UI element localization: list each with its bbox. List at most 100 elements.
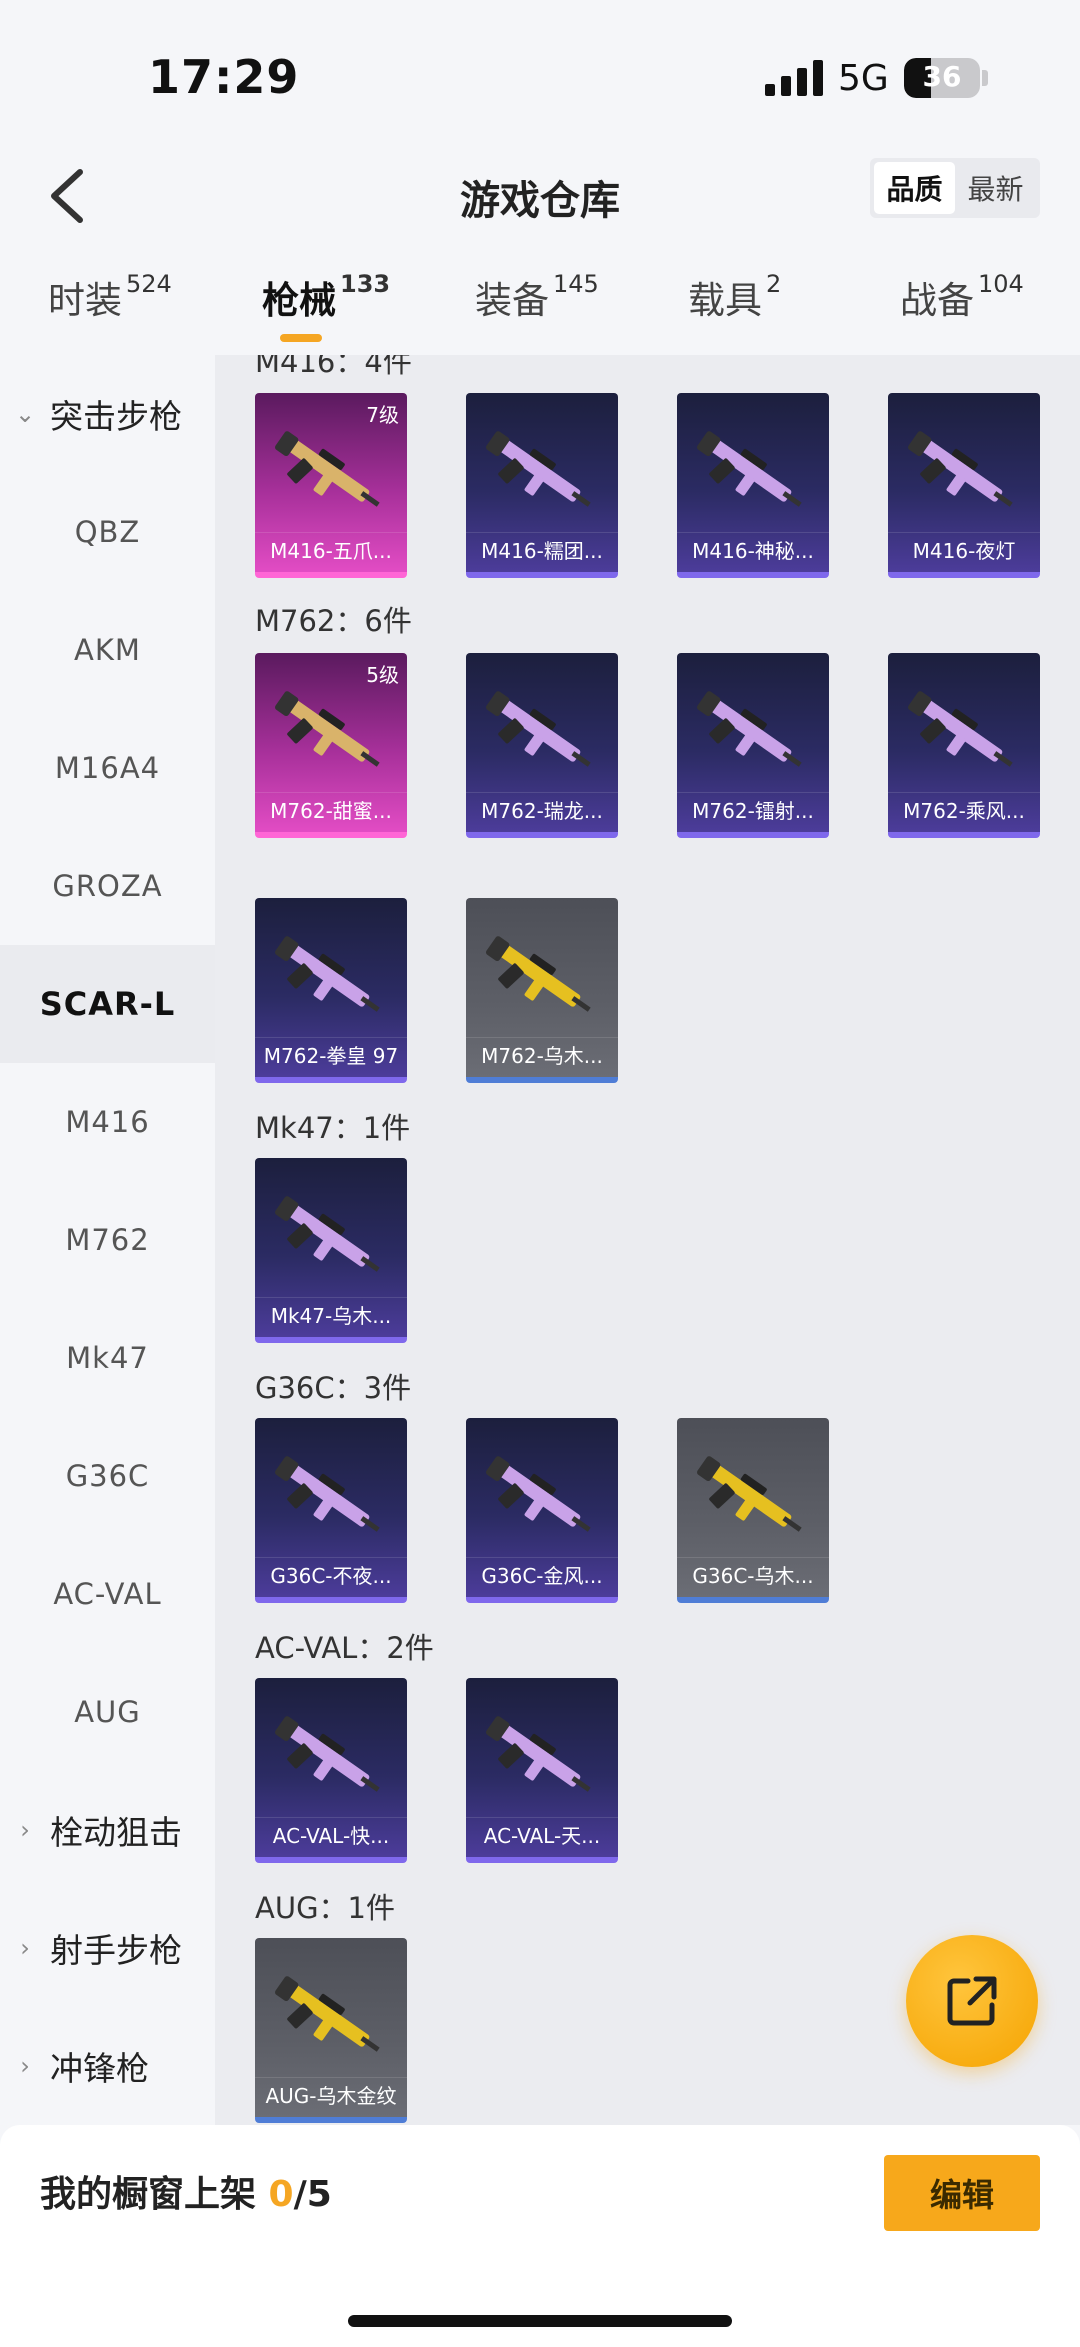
- tab-count: 524: [126, 269, 172, 298]
- sidebar-item-m762[interactable]: M762: [0, 1181, 215, 1299]
- sidebar-group-label: 射手步枪: [50, 1931, 182, 1970]
- sidebar-item-ac-val[interactable]: AC-VAL: [0, 1535, 215, 1653]
- sidebar-item-scar-l[interactable]: SCAR-L: [0, 945, 215, 1063]
- weapon-name: M416-糯团...: [466, 532, 618, 568]
- rifle-icon: [274, 1456, 380, 1532]
- rifle-icon: [907, 691, 1013, 767]
- battery-tip: [982, 70, 988, 86]
- tab-label: 装备: [475, 279, 549, 322]
- section-header-aug: AUG：1件: [255, 1891, 395, 1925]
- weapon-card[interactable]: Mk47-乌木...: [255, 1158, 407, 1343]
- signal-icon: [765, 60, 823, 96]
- weapon-name: M416-五爪...: [255, 532, 407, 568]
- weapon-card[interactable]: M416-神秘...: [677, 393, 829, 578]
- weapon-card[interactable]: M762-镭射...: [677, 653, 829, 838]
- sort-quality-button[interactable]: 品质: [874, 162, 955, 214]
- share-button[interactable]: [906, 1935, 1038, 2067]
- sidebar-group-smg[interactable]: › 冲锋枪: [0, 2007, 215, 2125]
- section-header-m416: M416：4件: [255, 355, 412, 379]
- weapon-name: M762-乌木...: [466, 1037, 618, 1073]
- tab-guns[interactable]: 枪械 133: [262, 270, 390, 355]
- battery-icon: 36: [904, 58, 980, 98]
- weapon-name: M416-神秘...: [677, 532, 829, 568]
- sidebar-item-mk47[interactable]: Mk47: [0, 1299, 215, 1417]
- weapon-card[interactable]: AUG-乌木金纹: [255, 1938, 407, 2123]
- battery-level: 36: [922, 60, 962, 93]
- weapon-name: M762-瑞龙...: [466, 792, 618, 828]
- weapon-name: M416-夜灯: [888, 532, 1040, 568]
- sidebar-item-aug[interactable]: AUG: [0, 1653, 215, 1771]
- edit-button[interactable]: 编辑: [884, 2155, 1040, 2231]
- tab-equipment[interactable]: 装备 145: [475, 270, 599, 355]
- rifle-icon: [274, 1976, 380, 2052]
- sort-newest-button[interactable]: 最新: [955, 162, 1036, 214]
- weapon-card[interactable]: M762-乘风...: [888, 653, 1040, 838]
- weapon-card[interactable]: G36C-乌木...: [677, 1418, 829, 1603]
- rifle-icon: [274, 691, 380, 767]
- active-tab-indicator: [280, 334, 322, 342]
- weapon-card[interactable]: 7级 M416-五爪...: [255, 393, 407, 578]
- weapon-card[interactable]: M762-瑞龙...: [466, 653, 618, 838]
- weapon-name: AUG-乌木金纹: [255, 2077, 407, 2113]
- weapon-card[interactable]: M416-糯团...: [466, 393, 618, 578]
- showcase-total: /5: [293, 2174, 332, 2215]
- weapon-card[interactable]: AC-VAL-天...: [466, 1678, 618, 1863]
- tab-label: 战备: [900, 279, 974, 322]
- tab-vehicles[interactable]: 载具 2: [688, 270, 781, 355]
- home-indicator: [348, 2315, 732, 2327]
- showcase-count: 0: [268, 2174, 294, 2215]
- weapon-card[interactable]: M416-夜灯: [888, 393, 1040, 578]
- sidebar-item-m16a4[interactable]: M16A4: [0, 709, 215, 827]
- rifle-icon: [907, 431, 1013, 507]
- weapon-card[interactable]: M762-乌木...: [466, 898, 618, 1083]
- sidebar-item-akm[interactable]: AKM: [0, 591, 215, 709]
- sidebar-group-label: 突击步枪: [50, 397, 182, 436]
- rifle-icon: [485, 936, 591, 1012]
- weapon-card[interactable]: G36C-金风...: [466, 1418, 618, 1603]
- tab-count: 145: [553, 269, 599, 298]
- rifle-icon: [485, 691, 591, 767]
- section-header-g36c: G36C：3件: [255, 1371, 412, 1405]
- weapon-name: Mk47-乌木...: [255, 1297, 407, 1333]
- sidebar-group-bolt-action[interactable]: › 栓动狙击: [0, 1771, 215, 1889]
- weapon-name: G36C-金风...: [466, 1557, 618, 1593]
- rifle-icon: [696, 691, 802, 767]
- weapon-name: AC-VAL-天...: [466, 1817, 618, 1853]
- showcase-bar: 我的橱窗上架 0/5 编辑: [0, 2125, 1080, 2347]
- tab-count: 133: [340, 269, 391, 298]
- sidebar-item-groza[interactable]: GROZA: [0, 827, 215, 945]
- weapon-card[interactable]: G36C-不夜...: [255, 1418, 407, 1603]
- sidebar-group-marksman[interactable]: › 射手步枪: [0, 1889, 215, 2007]
- weapon-name: M762-乘风...: [888, 792, 1040, 828]
- sidebar-item-g36c[interactable]: G36C: [0, 1417, 215, 1535]
- sidebar-item-m416[interactable]: M416: [0, 1063, 215, 1181]
- tab-label: 载具: [688, 279, 762, 322]
- chevron-right-icon: ›: [20, 1934, 30, 1962]
- rifle-icon: [274, 1716, 380, 1792]
- section-header-mk47: Mk47：1件: [255, 1111, 411, 1145]
- rifle-icon: [696, 431, 802, 507]
- tab-skins[interactable]: 时装 524: [48, 270, 172, 355]
- rifle-icon: [274, 936, 380, 1012]
- showcase-status: 我的橱窗上架 0/5: [40, 2165, 332, 2217]
- showcase-label: 我的橱窗上架: [40, 2174, 269, 2215]
- weapon-name: G36C-乌木...: [677, 1557, 829, 1593]
- weapon-card[interactable]: M762-拳皇 97: [255, 898, 407, 1083]
- nav-header: 游戏仓库 品质 最新: [0, 150, 1080, 270]
- tab-supplies[interactable]: 战备 104: [900, 270, 1024, 355]
- status-bar: 17:29 5G 36: [0, 0, 1080, 150]
- chevron-right-icon: ›: [20, 1816, 30, 1844]
- weapon-name: AC-VAL-快...: [255, 1817, 407, 1853]
- rifle-icon: [274, 431, 380, 507]
- weapon-card[interactable]: 5级 M762-甜蜜...: [255, 653, 407, 838]
- sidebar-group-assault-rifles[interactable]: ⌄ 突击步枪: [0, 355, 215, 473]
- network-type: 5G: [838, 58, 889, 99]
- tab-label: 时装: [48, 279, 122, 322]
- weapon-grid: M416：4件 M762：6件 Mk47：1件 G36C：3件 AC-VAL：2…: [215, 355, 1080, 2125]
- section-header-m762: M762：6件: [255, 604, 412, 638]
- sidebar-item-qbz[interactable]: QBZ: [0, 473, 215, 591]
- chevron-down-icon: ⌄: [14, 400, 36, 428]
- chevron-right-icon: ›: [20, 2052, 30, 2080]
- weapon-card[interactable]: AC-VAL-快...: [255, 1678, 407, 1863]
- rifle-icon: [485, 431, 591, 507]
